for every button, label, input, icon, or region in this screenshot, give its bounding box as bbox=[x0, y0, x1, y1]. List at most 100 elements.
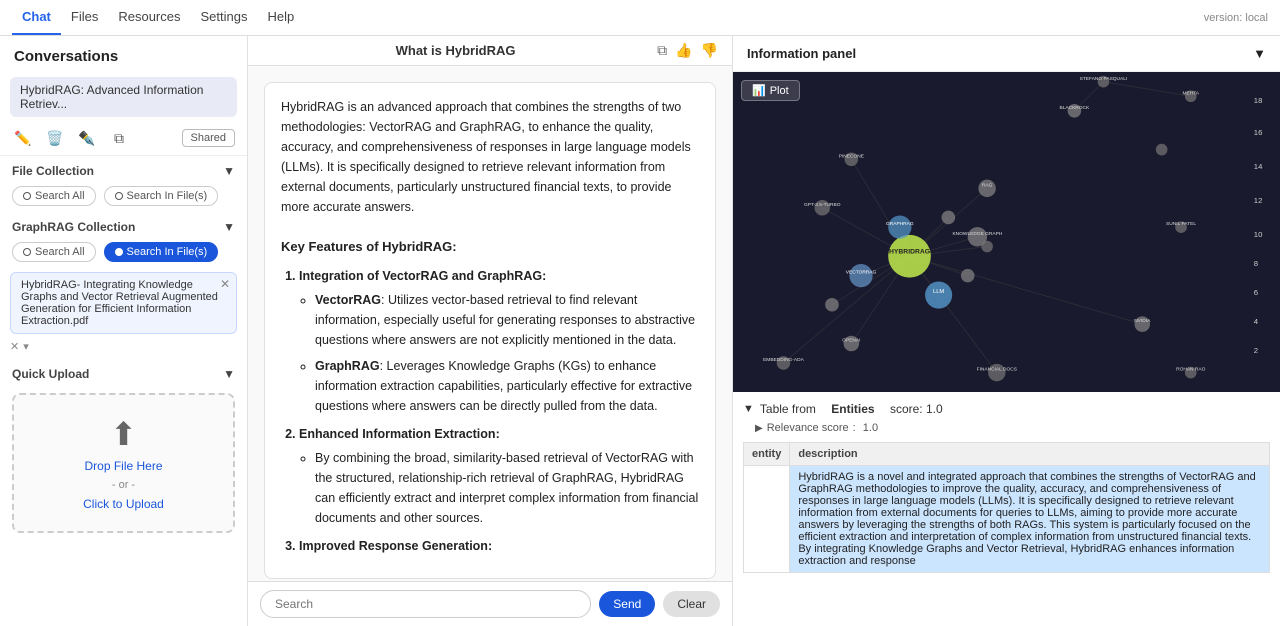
plot-icon: 📊 bbox=[752, 84, 766, 97]
description-col-header: description bbox=[790, 443, 1270, 466]
chat-input-bar: Send Clear bbox=[248, 581, 732, 626]
svg-text:LLM: LLM bbox=[933, 289, 944, 295]
quick-upload-label: Quick Upload bbox=[12, 367, 89, 381]
radio-dot bbox=[23, 192, 31, 200]
graphrag-search-all[interactable]: Search All bbox=[12, 242, 96, 262]
vectorrag-item: VectorRAG: Utilizes vector-based retriev… bbox=[315, 290, 699, 350]
svg-text:14: 14 bbox=[1254, 162, 1263, 171]
graphrag-option-2: Search In File(s) bbox=[127, 246, 208, 258]
svg-text:KNOWLEDGE GRAPH: KNOWLEDGE GRAPH bbox=[952, 231, 1002, 237]
entity-table-toggle[interactable]: ▼ bbox=[743, 403, 754, 415]
click-to-upload[interactable]: Click to Upload bbox=[83, 497, 164, 511]
file-collection-option-2: Search In File(s) bbox=[127, 190, 208, 202]
radio-dot-4 bbox=[115, 248, 123, 256]
graphrag-chevron: ▼ bbox=[223, 220, 235, 234]
sidebar: Conversations HybridRAG: Advanced Inform… bbox=[0, 36, 248, 626]
thumbs-down-icon[interactable]: 👎 bbox=[701, 42, 718, 59]
entity-cell bbox=[744, 466, 790, 573]
svg-text:GRAPHRAG: GRAPHRAG bbox=[886, 221, 914, 227]
entities-label: Entities bbox=[831, 402, 874, 416]
info-panel-title: Information panel bbox=[747, 46, 856, 61]
file-chip-close[interactable]: ✕ bbox=[220, 277, 230, 291]
nav-chat[interactable]: Chat bbox=[12, 0, 61, 35]
upload-or-label: - or - bbox=[112, 479, 135, 491]
relevance-label: Relevance score bbox=[767, 422, 849, 434]
rename-icon[interactable]: ✒️ bbox=[76, 127, 98, 149]
relevance-toggle[interactable]: ▶ bbox=[755, 423, 763, 434]
radio-dot-2 bbox=[115, 192, 123, 200]
search-input[interactable] bbox=[260, 590, 591, 618]
svg-text:MEHTA: MEHTA bbox=[1182, 90, 1199, 96]
nav-resources[interactable]: Resources bbox=[108, 0, 190, 35]
file-collection-header[interactable]: File Collection ▼ bbox=[0, 156, 247, 182]
relevance-value: 1.0 bbox=[863, 422, 878, 434]
graphrag-option-1: Search All bbox=[35, 246, 85, 258]
file-collection-search-all[interactable]: Search All bbox=[12, 186, 96, 206]
file-collection-search-in-files[interactable]: Search In File(s) bbox=[104, 186, 219, 206]
nav-settings[interactable]: Settings bbox=[190, 0, 257, 35]
plot-label: Plot bbox=[770, 85, 789, 97]
file-collection-options: Search All Search In File(s) bbox=[0, 182, 247, 212]
version-label: version: local bbox=[1204, 12, 1268, 24]
graphrag-collection-header[interactable]: GraphRAG Collection ▼ bbox=[0, 212, 247, 238]
nav-files[interactable]: Files bbox=[61, 0, 108, 35]
edit-icon[interactable]: ✏️ bbox=[12, 127, 34, 149]
svg-text:PINECONE: PINECONE bbox=[839, 153, 865, 159]
answer-intro: HybridRAG is an advanced approach that c… bbox=[281, 97, 699, 217]
svg-text:VECTORRAG: VECTORRAG bbox=[846, 270, 877, 276]
info-panel-chevron[interactable]: ▼ bbox=[1253, 46, 1266, 61]
conversations-title: Conversations bbox=[0, 36, 247, 73]
nav-help[interactable]: Help bbox=[257, 0, 304, 35]
top-nav: Chat Files Resources Settings Help versi… bbox=[0, 0, 1280, 36]
entity-table: entity description HybridRAG is a novel … bbox=[743, 442, 1270, 573]
description-cell: HybridRAG is a novel and integrated appr… bbox=[790, 466, 1270, 573]
icon-bar: ✏️ 🗑️ ✒️ ⧉ Shared bbox=[0, 121, 247, 156]
relevance-row: ▶ Relevance score: 1.0 bbox=[743, 420, 1270, 436]
file-collection-label: File Collection bbox=[12, 164, 94, 178]
svg-text:8: 8 bbox=[1254, 259, 1258, 268]
svg-text:12: 12 bbox=[1254, 196, 1263, 205]
feature-1: Integration of VectorRAG and GraphRAG: V… bbox=[299, 266, 699, 416]
thumbs-up-icon[interactable]: 👍 bbox=[675, 42, 692, 59]
upload-icon: ⬆ bbox=[110, 415, 137, 453]
svg-text:BLACKROCK: BLACKROCK bbox=[1059, 105, 1090, 111]
info-panel-header: Information panel ▼ bbox=[733, 36, 1280, 72]
delete-icon[interactable]: 🗑️ bbox=[44, 127, 66, 149]
selected-file-chip: HybridRAG- Integrating Knowledge Graphs … bbox=[10, 272, 237, 334]
svg-text:OPENAI: OPENAI bbox=[842, 338, 860, 344]
chat-header: What is HybridRAG ⧉ 👍 👎 bbox=[248, 36, 732, 66]
copy-response-icon[interactable]: ⧉ bbox=[657, 42, 667, 59]
svg-text:ROHAN RAO: ROHAN RAO bbox=[1176, 367, 1205, 373]
svg-text:4: 4 bbox=[1254, 317, 1259, 326]
svg-text:EMBEDDING-ADA: EMBEDDING-ADA bbox=[763, 357, 805, 363]
clear-button[interactable]: Clear bbox=[663, 591, 720, 617]
copy-icon[interactable]: ⧉ bbox=[108, 127, 130, 149]
chat-question-label: What is HybridRAG bbox=[262, 43, 649, 58]
file-chip-close-2[interactable]: ✕ bbox=[10, 340, 19, 353]
quick-upload-header[interactable]: Quick Upload ▼ bbox=[0, 357, 247, 385]
shared-badge[interactable]: Shared bbox=[182, 129, 235, 147]
plot-button[interactable]: 📊 Plot bbox=[741, 80, 800, 101]
svg-text:GPT-3.5-TURBO: GPT-3.5-TURBO bbox=[804, 202, 841, 208]
conversation-item[interactable]: HybridRAG: Advanced Information Retriev.… bbox=[10, 77, 237, 117]
upload-area[interactable]: ⬆ Drop File Here - or - Click to Upload bbox=[12, 393, 235, 533]
center-panel: What is HybridRAG ⧉ 👍 👎 HybridRAG is an … bbox=[248, 36, 732, 626]
feature-1-subs: VectorRAG: Utilizes vector-based retriev… bbox=[299, 290, 699, 416]
graphrag-search-in-files[interactable]: Search In File(s) bbox=[104, 242, 219, 262]
entity-col-header: entity bbox=[744, 443, 790, 466]
send-button[interactable]: Send bbox=[599, 591, 655, 617]
file-chip-chevron[interactable]: ▾ bbox=[23, 340, 29, 353]
drop-file-label[interactable]: Drop File Here bbox=[84, 459, 162, 473]
radio-dot-3 bbox=[23, 248, 31, 256]
file-chip-name: HybridRAG- Integrating Knowledge Graphs … bbox=[21, 279, 218, 327]
features-list: Integration of VectorRAG and GraphRAG: V… bbox=[281, 266, 699, 556]
main-layout: Conversations HybridRAG: Advanced Inform… bbox=[0, 36, 1280, 626]
table-from-label: Table from bbox=[760, 402, 816, 416]
file-collection-option-1: Search All bbox=[35, 190, 85, 202]
table-row: HybridRAG is a novel and integrated appr… bbox=[744, 466, 1270, 573]
graph-area: 📊 Plot bbox=[733, 72, 1280, 392]
file-collection-chevron: ▼ bbox=[223, 164, 235, 178]
svg-text:RAG: RAG bbox=[982, 182, 993, 188]
graphrag-collection-label: GraphRAG Collection bbox=[12, 220, 135, 234]
quick-upload-chevron: ▼ bbox=[223, 367, 235, 381]
